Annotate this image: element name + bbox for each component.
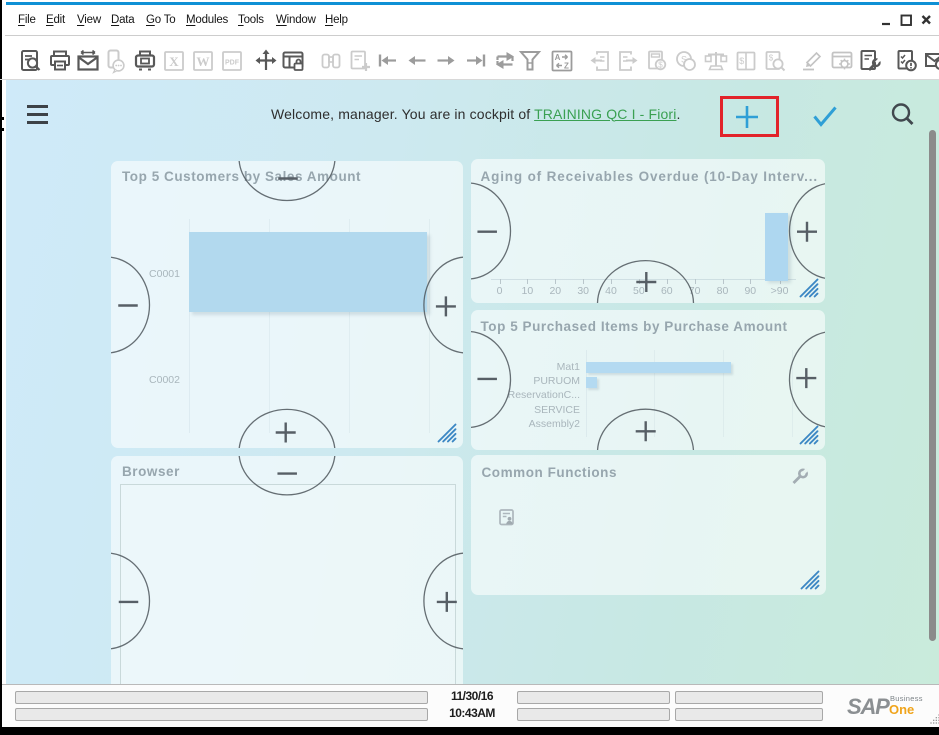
svg-text:X: X	[169, 54, 179, 69]
svg-text:Z: Z	[564, 62, 569, 71]
svg-text:A: A	[554, 53, 560, 62]
svg-text:PDF: PDF	[225, 60, 240, 67]
svg-text:$: $	[658, 61, 663, 70]
svg-text:$: $	[739, 56, 744, 66]
svg-text:$: $	[768, 54, 773, 63]
svg-text:W: W	[197, 54, 210, 69]
